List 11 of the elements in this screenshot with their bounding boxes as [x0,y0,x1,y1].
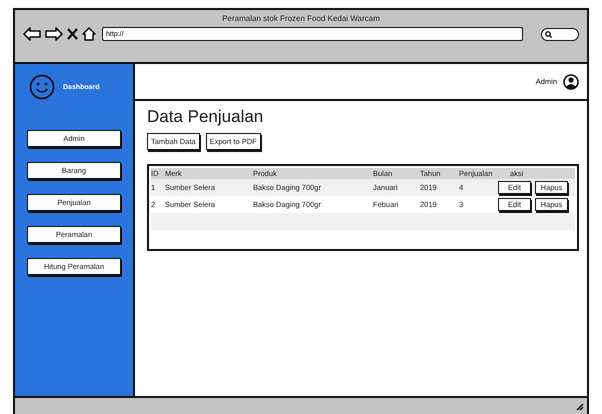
close-icon[interactable] [67,28,78,40]
search-field[interactable] [541,28,579,40]
resize-grip-icon[interactable] [575,402,584,410]
search-icon [545,30,552,38]
window-title: Peramalan stok Frozen Food Kedai Warcam [222,14,380,23]
user-icon[interactable] [563,74,579,90]
page-title: Data Penjualan [147,107,264,127]
back-icon[interactable] [23,27,41,41]
home-icon[interactable] [82,27,96,41]
forward-icon[interactable] [45,27,63,41]
smiley-icon [29,74,55,100]
